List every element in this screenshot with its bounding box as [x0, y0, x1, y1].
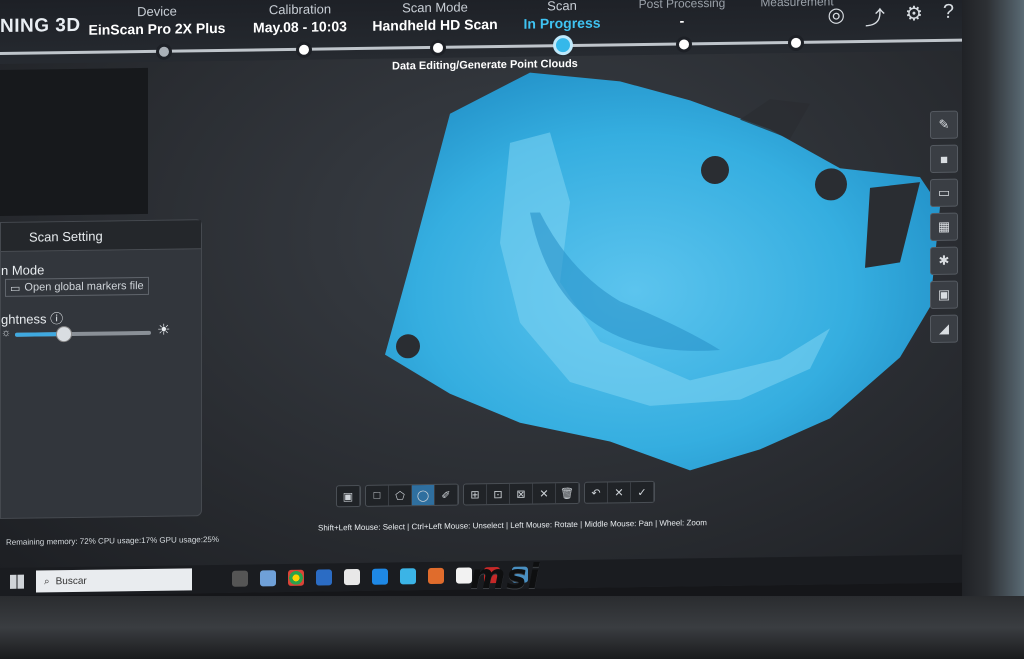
folder-icon: ▭ [10, 282, 21, 295]
chrome-icon[interactable] [288, 569, 304, 586]
view-group: ▣ [336, 484, 361, 508]
mouse-help-text: Shift+Left Mouse: Select | Ctrl+Left Mou… [318, 518, 707, 533]
device-status-icon[interactable]: ◎ [827, 2, 844, 31]
word-icon[interactable] [316, 569, 332, 586]
app-icon[interactable] [260, 570, 276, 587]
selection-toolbar: ▣ □ ⬠ ◯ ✐ ⊞ ⊡ ⊠ ✕ 🗑 ↶ ✕ ✓ [336, 480, 655, 508]
trash-icon[interactable]: 🗑 [556, 482, 579, 504]
progress-node-scan [553, 34, 573, 56]
laptop-screen: NING 3D Device EinScan Pro 2X Plus Calib… [0, 0, 962, 596]
camera-preview [0, 67, 148, 216]
laptop-base [0, 596, 1024, 659]
info-icon[interactable]: ⓘ [50, 311, 63, 326]
brightness-slider-thumb[interactable] [55, 326, 72, 343]
delete-icon[interactable]: ✕ [533, 483, 556, 504]
share-icon[interactable]: ⤴ [865, 2, 885, 31]
invert-icon[interactable]: ⊡ [487, 483, 510, 505]
grid-icon[interactable]: ▦ [930, 212, 958, 242]
open-markers-button[interactable]: ▭ Open global markers file [5, 276, 149, 297]
progress-node-device [156, 43, 172, 60]
action-group: ⊞ ⊡ ⊠ ✕ 🗑 [463, 481, 580, 506]
help-icon[interactable]: ? [943, 1, 954, 30]
connected-icon[interactable]: ⊠ [510, 483, 533, 504]
right-toolbar: ✎ ■ ▭ ▦ ✱ ▣ ◢ [930, 110, 960, 344]
progress-node-calibration [296, 41, 312, 58]
scan-surface [385, 72, 940, 471]
polygon-select-icon[interactable]: ⬠ [389, 485, 412, 506]
brightness-slider[interactable] [15, 326, 151, 343]
scan-setting-title: Scan Setting [1, 220, 201, 252]
progress-node-post-processing [676, 36, 692, 53]
apply-icon[interactable]: ✓ [631, 481, 654, 503]
window-icon[interactable]: ▭ [930, 178, 958, 208]
eraser-icon[interactable]: ✎ [930, 110, 958, 140]
view-fit-icon[interactable]: ▣ [337, 485, 360, 507]
undo-icon[interactable]: ↶ [585, 482, 608, 503]
cancel-icon[interactable]: ✕ [608, 482, 631, 503]
brightness-high-icon: ☀ [157, 321, 171, 339]
step-value: - [679, 12, 685, 29]
file-explorer-icon[interactable] [344, 568, 360, 586]
brightness-low-icon: ☼ [1, 326, 12, 339]
brightness-label: ghtness ⓘ [1, 308, 63, 328]
brightness-text: ghtness [1, 311, 47, 327]
progress-line [0, 38, 962, 55]
brush-select-icon[interactable]: ✐ [435, 484, 458, 505]
point-cloud-scan[interactable] [360, 57, 950, 505]
system-stats: Remaining memory: 72% CPU usage:17% GPU … [6, 534, 219, 547]
confirm-group: ↶ ✕ ✓ [584, 480, 655, 504]
taskbar-search[interactable]: ⌕ Buscar [36, 568, 192, 593]
office-icon[interactable] [428, 567, 444, 585]
rect-select-icon[interactable]: □ [366, 485, 389, 506]
select-group: □ ⬠ ◯ ✐ [365, 483, 459, 507]
save-icon[interactable]: ▣ [930, 280, 958, 310]
store-icon[interactable] [400, 568, 416, 585]
mesh-icon[interactable]: ◢ [930, 314, 958, 344]
windows-start-icon[interactable] [10, 574, 24, 589]
progress-node-measurement [788, 34, 804, 51]
stop-icon[interactable]: ■ [930, 144, 958, 174]
top-navigation-bar: NING 3D Device EinScan Pro 2X Plus Calib… [0, 0, 962, 65]
progress-node-scan-mode [430, 39, 446, 56]
search-placeholder: Buscar [55, 575, 87, 587]
taskview-icon[interactable] [232, 570, 248, 587]
search-icon: ⌕ [44, 575, 50, 587]
top-icons: ◎ ⤴ ⚙ ? [827, 1, 954, 32]
select-all-icon[interactable]: ⊞ [464, 484, 487, 505]
settings-icon[interactable]: ⚙ [905, 1, 923, 30]
puzzle-icon[interactable]: ✱ [930, 246, 958, 276]
scan-mode-label: n Mode [1, 262, 45, 278]
scan-setting-panel: Scan Setting n Mode ▭ Open global marker… [0, 219, 202, 519]
open-markers-label: Open global markers file [24, 279, 144, 294]
brand-logo: msi [470, 557, 541, 597]
app-logo: NING 3D [0, 14, 81, 37]
edge-icon[interactable] [372, 568, 388, 585]
laptop-bezel-right [962, 0, 1024, 600]
lasso-select-icon[interactable]: ◯ [412, 484, 435, 506]
